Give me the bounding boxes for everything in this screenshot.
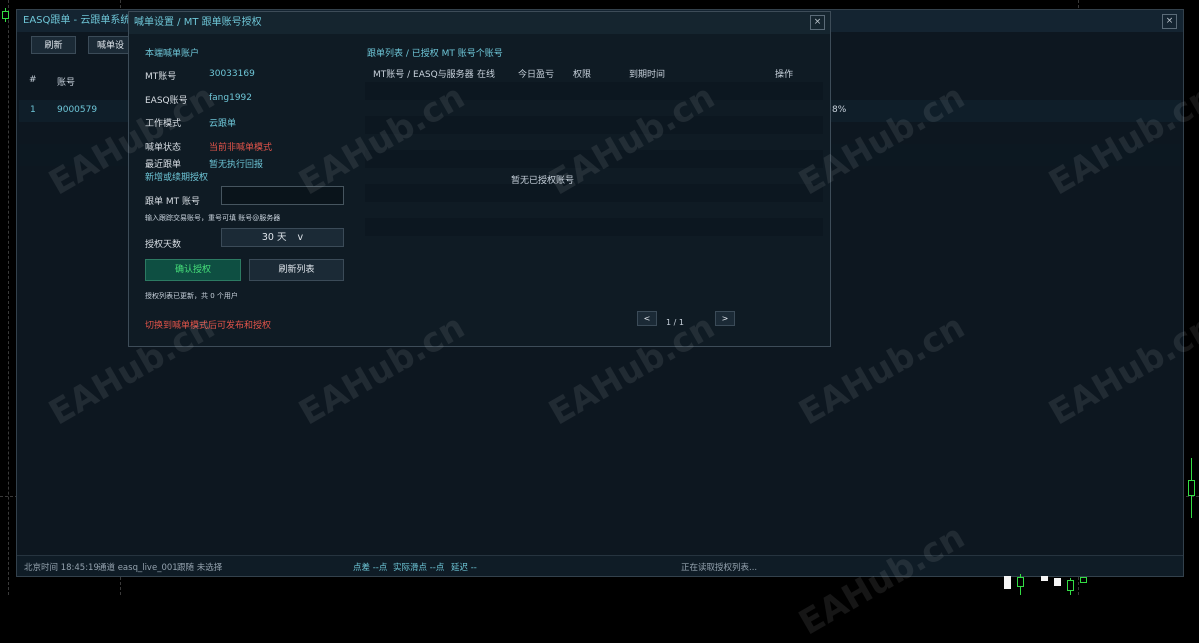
list-stripe [365,184,823,202]
settings-button[interactable]: 喊单设 [88,36,133,54]
dialog-title: 喊单设置 / MT 跟单账号授权 [129,12,830,34]
refresh-button[interactable]: 刷新 [31,36,76,54]
status-follow: 跟随 未选择 [177,563,223,573]
col-actions: 操作 [775,70,794,80]
status-spread: 点差 --点 [353,563,388,573]
recent-follow-value: 暂无执行回报 [209,160,264,170]
chevron-down-icon: v [297,232,304,243]
status-channel: 通道 easq_live_001 [98,563,178,573]
table-header-index: # [29,75,37,85]
row-percent: 8% [832,105,847,115]
auth-days-label: 授权天数 [145,240,182,250]
mt-account-hint: 输入跟踪交易账号，重号可填 账号@服务器 [145,214,281,222]
list-status-text: 授权列表已更新，共 0 个用户 [145,292,238,300]
mt-account-label: MT账号 [145,72,177,82]
list-stripe [365,218,823,236]
authorization-dialog: 喊单设置 / MT 跟单账号授权 × 本端喊单账户 MT账号 30033169 … [128,11,831,347]
status-loading: 正在读取授权列表... [681,563,758,573]
col-online: 在线 [477,70,496,80]
mt-account-value: 30033169 [209,69,255,79]
next-page-button[interactable]: > [715,311,735,326]
status-actual-slippage: 实际滑点 --点 [393,563,445,573]
recent-follow-label: 最近跟单 [145,160,182,170]
col-permission: 权限 [573,70,592,80]
row-account: 9000579 [57,105,98,115]
work-mode-value: 云跟单 [209,119,237,129]
col-expiry: 到期时间 [629,70,666,80]
add-auth-section-title: 新增或续期授权 [145,173,209,183]
signal-status-value: 当前非喊单模式 [209,143,273,153]
follow-mt-account-label: 跟单 MT 账号 [145,197,200,207]
status-bar: 北京时间 18:45:19 通道 easq_live_001 跟随 未选择 点差… [17,555,1183,576]
main-close-icon[interactable]: × [1162,14,1177,29]
col-today-pnl: 今日盈亏 [518,70,555,80]
row-index: 1 [30,105,36,115]
table-header-account: 账号 [57,78,76,88]
auth-days-value: 30 天 [261,232,287,243]
follow-list-section-title: 跟单列表 / 已授权 MT 账号个账号 [367,49,503,59]
auth-days-select[interactable]: 30 天 v [221,228,344,247]
dialog-close-icon[interactable]: × [810,15,825,30]
prev-page-button[interactable]: < [637,311,657,326]
confirm-auth-button[interactable]: 确认授权 [145,259,241,281]
col-mt-account: MT账号 / EASQ与服务器 [373,70,474,80]
local-account-section-title: 本端喊单账户 [145,49,200,59]
refresh-list-button[interactable]: 刷新列表 [249,259,344,281]
status-time: 北京时间 18:45:19 [24,563,99,573]
status-latency: 延迟 -- [451,563,477,573]
